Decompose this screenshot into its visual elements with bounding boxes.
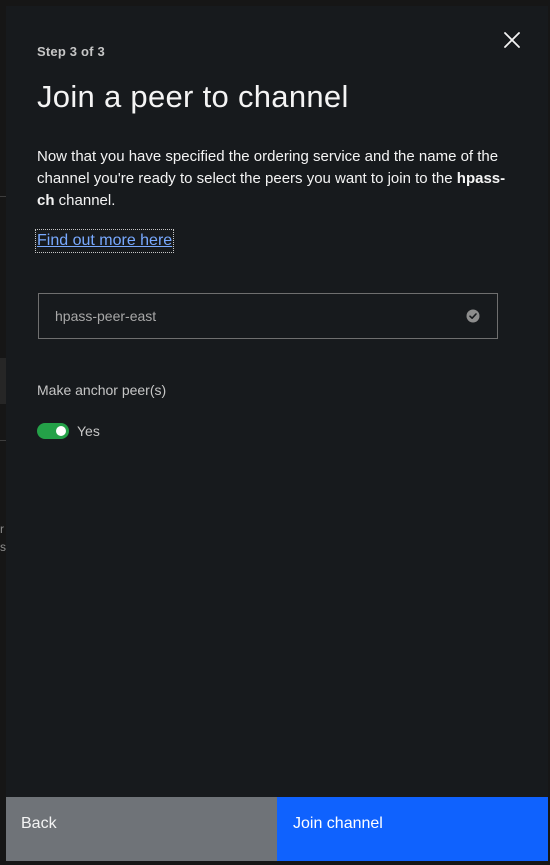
background-text-fragment: r [0, 522, 4, 536]
page-title: Join a peer to channel [37, 79, 349, 114]
footer-actions: Back Join channel [6, 797, 548, 861]
join-peer-panel: Step 3 of 3 Join a peer to channel Now t… [6, 6, 548, 861]
peer-select-tile[interactable]: hpass-peer-east [38, 293, 498, 339]
back-button[interactable]: Back [6, 797, 277, 861]
anchor-peer-label: Make anchor peer(s) [37, 382, 167, 398]
step-indicator: Step 3 of 3 [37, 44, 105, 59]
join-channel-button[interactable]: Join channel [277, 797, 548, 861]
toggle-knob [56, 426, 66, 436]
close-button[interactable] [498, 26, 526, 54]
learn-more-link[interactable]: Find out more here [34, 229, 175, 253]
checkmark-filled-icon [465, 308, 481, 324]
close-icon [504, 32, 520, 48]
peer-name: hpass-peer-east [55, 308, 157, 324]
toggle-state-label: Yes [77, 423, 100, 439]
anchor-peer-toggle-row: Yes [37, 421, 100, 441]
description-part: channel. [54, 192, 116, 209]
description-text: Now that you have specified the ordering… [37, 146, 522, 212]
description-part: Now that you have specified the ordering… [37, 148, 499, 187]
anchor-peer-toggle[interactable] [37, 423, 69, 439]
